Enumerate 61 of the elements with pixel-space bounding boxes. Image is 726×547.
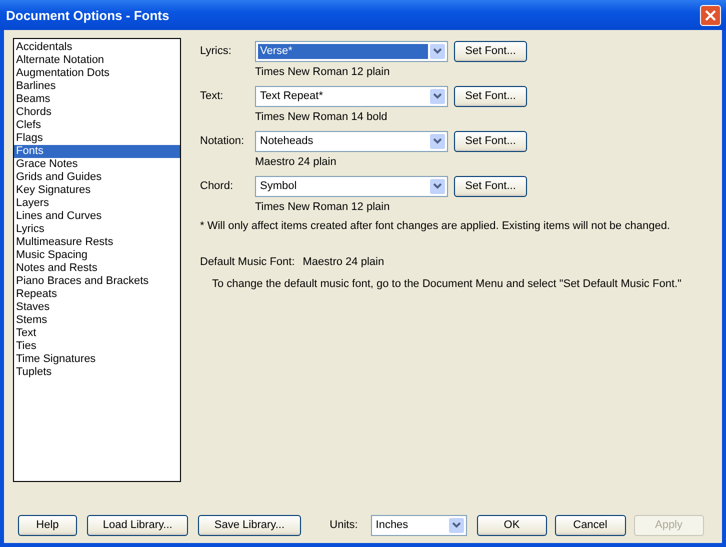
footer-button[interactable]: OK (476, 514, 547, 536)
category-item[interactable]: Grace Notes (14, 158, 180, 171)
category-item[interactable]: Multimeasure Rests (14, 236, 180, 249)
window-title: Document Options - Fonts (6, 8, 170, 22)
font-label: Chord: (200, 180, 234, 192)
set-font-button[interactable]: Set Font... (454, 176, 527, 196)
category-item[interactable]: Stems (14, 314, 180, 327)
category-item[interactable]: Ties (14, 340, 180, 353)
font-description: Times New Roman 12 plain (255, 66, 391, 78)
font-description: Times New Roman 12 plain (255, 201, 391, 213)
category-item[interactable]: Piano Braces and Brackets (14, 275, 180, 288)
font-label: Lyrics: (200, 45, 232, 57)
dropdown-value: Symbol (259, 178, 298, 194)
set-font-button[interactable]: Set Font... (454, 130, 527, 152)
dropdown-value: Inches (374, 518, 410, 532)
category-item[interactable]: Staves (14, 301, 180, 314)
category-item[interactable]: Beams (14, 93, 180, 106)
close-icon (704, 8, 717, 22)
category-item[interactable]: Lyrics (14, 223, 180, 236)
category-item[interactable]: Fonts (14, 145, 180, 158)
category-item[interactable]: Text (14, 327, 180, 340)
set-font-button[interactable]: Set Font... (454, 86, 527, 106)
set-font-button[interactable]: Set Font... (454, 40, 527, 62)
font-label: Text: (200, 90, 224, 102)
font-description: Times New Roman 14 bold (255, 111, 388, 123)
units-label: Units: (330, 519, 358, 531)
font-dropdown[interactable]: Text Repeat* (255, 86, 448, 106)
footer-button[interactable]: Save Library... (198, 514, 301, 536)
footer-button[interactable]: Load Library... (86, 514, 188, 536)
footnote-text: * Will only affect items created after font changes are applied. Existing items will not be changed. (200, 220, 671, 232)
category-item[interactable]: Barlines (14, 80, 180, 93)
close-button[interactable] (700, 4, 721, 26)
dropdown-value: Noteheads (259, 134, 314, 148)
font-dropdown[interactable]: Symbol (255, 176, 448, 196)
category-item[interactable]: Time Signatures (14, 353, 180, 366)
category-item[interactable]: Music Spacing (14, 249, 180, 262)
category-item[interactable]: Key Signatures (14, 184, 180, 197)
category-item[interactable]: Layers (14, 197, 180, 210)
category-item[interactable]: Accidentals (14, 41, 180, 54)
category-item[interactable]: Flags (14, 132, 180, 145)
footer-button[interactable]: Cancel (555, 514, 626, 536)
category-item[interactable]: Chords (14, 106, 180, 119)
default-font-label: Default Music Font: (200, 256, 295, 268)
category-item[interactable]: Tuplets (14, 366, 180, 379)
font-description: Maestro 24 plain (255, 156, 338, 168)
footer-button[interactable]: Help (18, 514, 77, 536)
category-item[interactable]: Alternate Notation (14, 54, 180, 67)
font-label: Notation: (200, 135, 246, 147)
default-font-value: Maestro 24 plain (302, 256, 384, 268)
category-item[interactable]: Augmentation Dots (14, 67, 180, 80)
units-dropdown[interactable]: Inches (370, 514, 466, 536)
instruction-text: To change the default music font, go to the Document Menu and select "Set Default Music Font." (212, 278, 682, 290)
font-dropdown[interactable]: Verse* (255, 40, 448, 62)
category-item[interactable]: Notes and Rests (14, 262, 180, 275)
dropdown-value: Text Repeat* (259, 88, 324, 104)
category-item[interactable]: Clefs (14, 119, 180, 132)
font-dropdown[interactable]: Noteheads (255, 130, 448, 152)
category-item[interactable]: Grids and Guides (14, 171, 180, 184)
dropdown-value: Verse* (258, 44, 428, 58)
category-item[interactable]: Repeats (14, 288, 180, 301)
category-item[interactable]: Lines and Curves (14, 210, 180, 223)
